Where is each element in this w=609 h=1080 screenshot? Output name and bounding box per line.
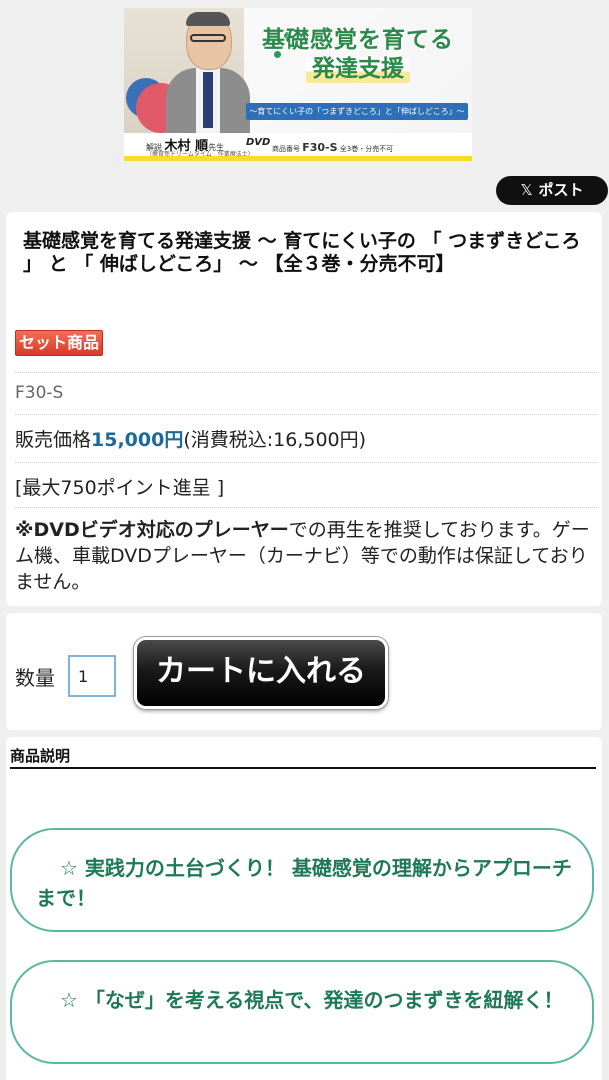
- x-post-button[interactable]: 𝕏 ポスト: [496, 176, 608, 205]
- divider: [15, 507, 597, 508]
- product-title: 基礎感覚を育てる発達支援 ～ 育てにくい子の 「 つまずきどころ 」 と 「 伸…: [23, 230, 581, 275]
- divider: [15, 414, 597, 415]
- reward-points: [最大750ポイント進呈 ]: [15, 477, 225, 499]
- dvd-logo: DVD: [246, 137, 271, 148]
- product-price: 販売価格15,000円(消費税込:16,500円): [15, 425, 366, 452]
- price-tax-included: (消費税込:16,500円): [183, 429, 367, 451]
- banner-yellow-stripe: [124, 156, 472, 161]
- banner-title: 基礎感覚を育てる 発達支援: [262, 27, 454, 83]
- banner-product-code: 商品番号 F30-S 全3巻・分売不可: [272, 141, 394, 154]
- feature-point-text: ☆ 「なぜ」を考える視点で、発達のつまずきを紐解く！: [60, 988, 564, 1012]
- price-amount: 15,000円: [91, 429, 184, 451]
- quantity-input[interactable]: [68, 655, 116, 697]
- lecturer-photo: [152, 8, 250, 133]
- product-banner-image[interactable]: 基礎感覚を育てる 発達支援 ～育てにくい子の「つまずきどころ」と「伸ばしどころ」…: [124, 8, 472, 161]
- description-heading: 商品説明: [10, 745, 596, 769]
- divider: [15, 462, 597, 463]
- add-to-cart-button[interactable]: カートに入れる: [134, 637, 388, 709]
- set-product-badge: セット商品: [15, 330, 104, 356]
- post-label: ポスト: [538, 181, 584, 199]
- x-logo-icon: 𝕏: [520, 181, 533, 199]
- quantity-label: 数量: [15, 666, 55, 690]
- product-description-card: 商品説明 ☆ 実践力の土台づくり！ 基礎感覚の理解からアプローチまで！ ☆ 「な…: [6, 737, 602, 1080]
- playback-notice: ※DVDビデオ対応のプレーヤーでの再生を推奨しております。ゲーム機、車載DVDプ…: [15, 519, 590, 593]
- feature-point-box: ☆ 実践力の土台づくり！ 基礎感覚の理解からアプローチまで！: [10, 828, 594, 932]
- product-info-card: 基礎感覚を育てる発達支援 ～ 育てにくい子の 「 つまずきどころ 」 と 「 伸…: [6, 212, 602, 606]
- product-sku: F30-S: [15, 383, 64, 403]
- banner-subtitle: ～育てにくい子の「つまずきどころ」と「伸ばしどころ」～: [246, 103, 468, 120]
- feature-point-text: ☆ 実践力の土台づくり！ 基礎感覚の理解からアプローチまで！: [36, 856, 572, 910]
- feature-point-box: ☆ 「なぜ」を考える視点で、発達のつまずきを紐解く！: [10, 960, 594, 1064]
- divider: [15, 372, 597, 373]
- price-label: 販売価格: [15, 429, 92, 451]
- add-to-cart-card: 数量 カートに入れる: [6, 613, 602, 730]
